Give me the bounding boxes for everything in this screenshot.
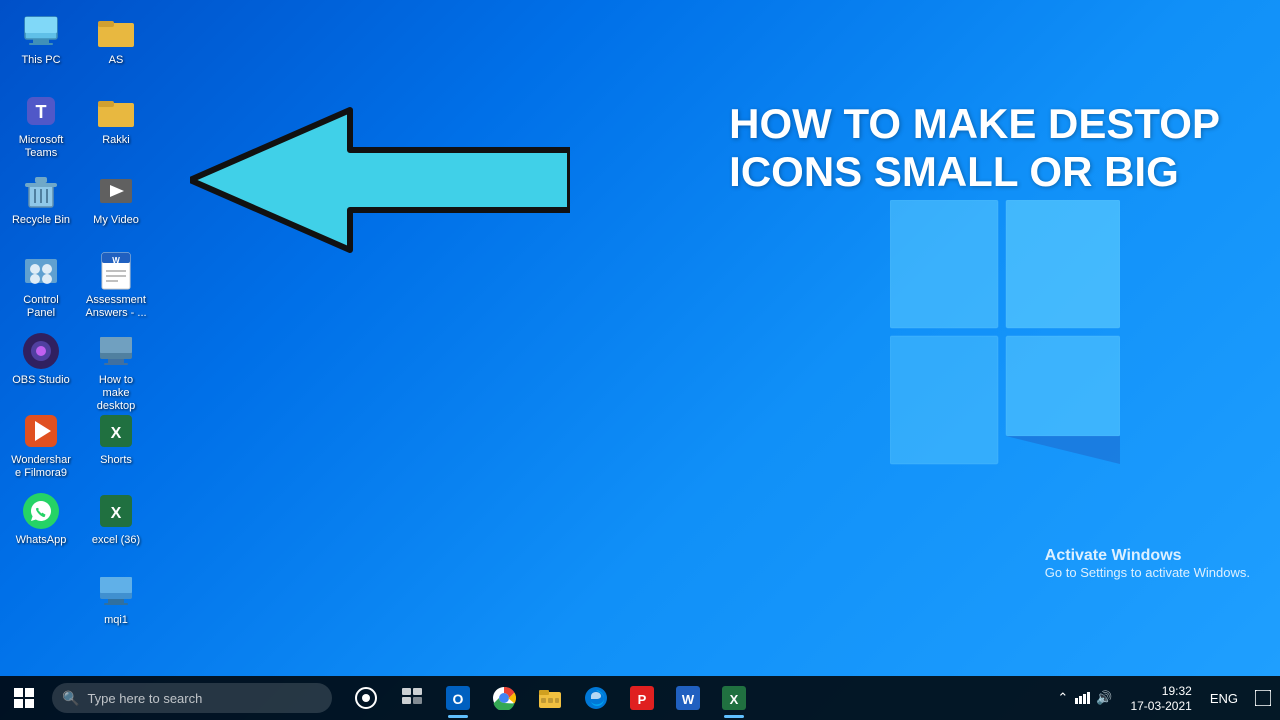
- task-view-button[interactable]: [390, 676, 434, 720]
- this-pc-icon: [21, 11, 61, 51]
- rakki-label: Rakki: [102, 134, 130, 147]
- edge-taskbar[interactable]: [574, 676, 618, 720]
- mqi1-label: mqi1: [104, 614, 128, 627]
- taskbar-pinned-icons: O: [344, 676, 756, 720]
- desktop-icon-control-panel[interactable]: Control Panel: [5, 245, 77, 325]
- my-video-icon: [96, 171, 136, 211]
- cortana-button[interactable]: [344, 676, 388, 720]
- shorts-icon: X: [96, 411, 136, 451]
- excel36-icon: X: [96, 491, 136, 531]
- desktop-icons-col2: AS Rakki My Video: [80, 5, 152, 645]
- svg-text:O: O: [453, 691, 464, 707]
- desktop-icon-obs-studio[interactable]: OBS Studio: [5, 325, 77, 405]
- this-pc-label: This PC: [21, 54, 60, 67]
- taskbar: 🔍 Type here to search O: [0, 676, 1280, 720]
- excel-taskbar[interactable]: X: [712, 676, 756, 720]
- search-placeholder: Type here to search: [87, 691, 202, 706]
- network-icon: [1074, 689, 1090, 708]
- teams-icon: T: [21, 91, 61, 131]
- search-bar[interactable]: 🔍 Type here to search: [52, 683, 332, 713]
- recycle-bin-icon: [21, 171, 61, 211]
- desktop-icon-rakki[interactable]: Rakki: [80, 85, 152, 165]
- recycle-bin-label: Recycle Bin: [12, 214, 70, 227]
- desktop-icon-how-to[interactable]: How to make desktop ico...: [80, 325, 152, 405]
- as-label: AS: [109, 54, 124, 67]
- tray-icons-area[interactable]: ⌃ 🔊: [1049, 676, 1120, 720]
- pdf-taskbar[interactable]: P: [620, 676, 664, 720]
- language-indicator[interactable]: ENG: [1202, 676, 1246, 720]
- svg-text:X: X: [111, 505, 122, 522]
- svg-text:P: P: [638, 692, 647, 707]
- chevron-up-icon: ⌃: [1057, 690, 1068, 706]
- svg-text:W: W: [682, 692, 695, 707]
- desktop-icon-filmora[interactable]: Wondershare Filmora9: [5, 405, 77, 485]
- teams-label: Microsoft Teams: [9, 134, 73, 160]
- clock-date: 17-03-2021: [1130, 699, 1191, 713]
- assessment-label: Assessment Answers - ...: [84, 294, 148, 320]
- control-panel-label: Control Panel: [9, 294, 73, 320]
- arrow-annotation: [190, 100, 570, 260]
- windows-logo: [890, 200, 1120, 480]
- desktop-icon-excel36[interactable]: X excel (36): [80, 485, 152, 565]
- svg-text:W: W: [112, 256, 120, 265]
- mqi1-icon: [96, 571, 136, 611]
- desktop-icon-mqi1[interactable]: mqi1: [80, 565, 152, 645]
- desktop: HOW TO MAKE DESTOP ICONS SMALL OR BIG Ac…: [0, 0, 1280, 660]
- clock-time: 19:32: [1162, 684, 1192, 698]
- desktop-icon-my-video[interactable]: My Video: [80, 165, 152, 245]
- desktop-icon-teams[interactable]: T Microsoft Teams: [5, 85, 77, 165]
- desktop-icon-assessment[interactable]: W Assessment Answers - ...: [80, 245, 152, 325]
- my-video-label: My Video: [93, 214, 139, 227]
- desktop-icon-shorts[interactable]: X Shorts: [80, 405, 152, 485]
- word-taskbar[interactable]: W: [666, 676, 710, 720]
- rakki-icon: [96, 91, 136, 131]
- tutorial-heading: HOW TO MAKE DESTOP ICONS SMALL OR BIG: [729, 100, 1220, 197]
- chrome-taskbar[interactable]: [482, 676, 526, 720]
- as-folder-icon: [96, 11, 136, 51]
- whatsapp-label: WhatsApp: [16, 534, 67, 547]
- whatsapp-icon: [21, 491, 61, 531]
- sound-icon: 🔊: [1096, 690, 1112, 706]
- desktop-icon-this-pc[interactable]: This PC: [5, 5, 77, 85]
- desktop-icon-as[interactable]: AS: [80, 5, 152, 85]
- control-panel-icon: [21, 251, 61, 291]
- start-button[interactable]: [0, 676, 48, 720]
- desktop-icon-whatsapp[interactable]: WhatsApp: [5, 485, 77, 565]
- file-explorer-taskbar[interactable]: [528, 676, 572, 720]
- desktop-icons-col1: This PC T Microsoft Teams: [5, 5, 77, 565]
- outlook-taskbar[interactable]: O: [436, 676, 480, 720]
- desktop-icon-recycle-bin[interactable]: Recycle Bin: [5, 165, 77, 245]
- how-to-icon: [96, 331, 136, 371]
- system-tray: ⌃ 🔊 19:32 17-03-2021 ENG: [1049, 676, 1280, 720]
- system-clock[interactable]: 19:32 17-03-2021: [1120, 676, 1201, 720]
- svg-text:X: X: [730, 692, 739, 707]
- filmora-label: Wondershare Filmora9: [9, 454, 73, 480]
- obs-label: OBS Studio: [12, 374, 69, 387]
- svg-text:T: T: [36, 102, 47, 122]
- assessment-icon: W: [96, 251, 136, 291]
- filmora-icon: [21, 411, 61, 451]
- svg-text:X: X: [111, 425, 122, 442]
- notification-button[interactable]: [1246, 676, 1280, 720]
- language-text: ENG: [1210, 691, 1238, 706]
- shorts-label: Shorts: [100, 454, 132, 467]
- obs-icon: [21, 331, 61, 371]
- activate-windows-notice: Activate Windows Go to Settings to activ…: [1045, 547, 1250, 580]
- excel36-label: excel (36): [92, 534, 140, 547]
- search-icon: 🔍: [62, 690, 79, 707]
